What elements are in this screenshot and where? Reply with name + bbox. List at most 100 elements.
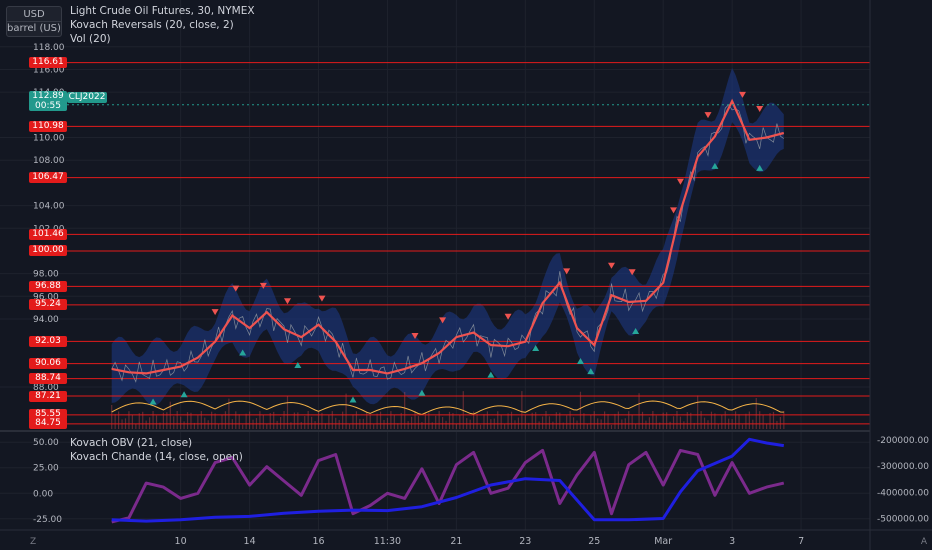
time-tick-label: 21 <box>450 536 462 547</box>
volume-bar <box>145 420 147 429</box>
volume-bar <box>155 415 158 429</box>
indicator-volume[interactable]: Vol (20) <box>70 33 111 45</box>
volume-bar <box>207 420 209 429</box>
chart-title[interactable]: Light Crude Oil Futures, 30, NYMEX <box>70 5 255 17</box>
indicator-kovach-obv[interactable]: Kovach OBV (21, close) <box>70 437 192 449</box>
chande-tick-label: 0.00 <box>33 489 53 499</box>
volume-bar <box>373 424 375 429</box>
volume-bar <box>238 414 240 429</box>
time-tick-label: 10 <box>175 536 187 547</box>
volume-bar <box>224 411 227 429</box>
volume-bar <box>672 416 675 429</box>
price-tick-label: 118.00 <box>33 43 65 53</box>
volume-bar <box>445 420 447 429</box>
time-tick-label: 3 <box>729 536 735 547</box>
volume-bar <box>548 416 551 429</box>
volume-bar <box>242 424 244 429</box>
volume-bar <box>262 414 264 429</box>
price-chart[interactable]: 88.0094.0096.0098.00102.00104.00108.0011… <box>0 0 932 550</box>
volume-bar <box>586 423 588 429</box>
chande-tick-label: -25.00 <box>33 515 62 525</box>
volume-bar <box>441 417 444 429</box>
volume-bar <box>328 415 330 429</box>
current-price-tag: 112.89 00:55 <box>29 91 67 111</box>
current-price-value: 112.89 <box>32 91 64 101</box>
time-tick-label: 7 <box>798 536 804 547</box>
indicator-kovach-reversals[interactable]: Kovach Reversals (20, close, 2) <box>70 19 234 31</box>
currency-label[interactable]: USD <box>7 8 61 21</box>
volume-bar <box>607 413 609 429</box>
time-tick-label: 14 <box>244 536 256 547</box>
volume-bar <box>514 420 516 429</box>
volume-bar <box>569 411 571 429</box>
volume-bar <box>645 420 647 429</box>
volume-bar <box>348 424 351 429</box>
volume-bar <box>714 413 716 429</box>
volume-bar <box>276 420 278 429</box>
unit-label[interactable]: barrel (US) <box>7 21 61 35</box>
volume-bar <box>504 424 506 429</box>
level-tag-106.47: 106.47 <box>29 172 67 184</box>
indicator-kovach-chande[interactable]: Kovach Chande (14, close, open) <box>70 451 243 463</box>
level-tag-116.61: 116.61 <box>29 57 67 69</box>
volume-bar <box>383 419 385 429</box>
volume-bar <box>734 411 737 429</box>
time-tick-label: Mar <box>654 536 672 547</box>
price-tick-label: 110.00 <box>33 134 65 144</box>
volume-bar <box>738 414 740 429</box>
volume-bar <box>369 414 371 429</box>
volume-bar <box>721 414 723 429</box>
price-tick-label: 94.00 <box>33 315 59 325</box>
volume-bar <box>614 413 616 429</box>
volume-bar <box>610 424 613 429</box>
volume-bar <box>724 411 726 429</box>
volume-bar <box>510 411 513 429</box>
volume-bar <box>452 413 454 429</box>
volume-bar <box>248 411 251 429</box>
go-to-date-icon[interactable]: Z <box>30 537 36 547</box>
volume-bar <box>669 421 671 429</box>
volume-bar <box>307 411 309 429</box>
volume-bar <box>479 424 482 429</box>
volume-bar <box>152 411 154 429</box>
volume-bar <box>414 411 416 429</box>
level-tag-101.46: 101.46 <box>29 228 67 240</box>
volume-bar <box>500 414 502 429</box>
volume-bar <box>762 414 764 429</box>
volume-bar <box>221 414 223 429</box>
volume-bar <box>180 416 182 429</box>
volume-bar <box>376 413 378 429</box>
volume-bar <box>197 415 199 429</box>
volume-bar <box>342 411 344 429</box>
volume-bar <box>400 412 402 429</box>
volume-bar <box>652 411 654 429</box>
level-tag-92.03: 92.03 <box>29 335 67 347</box>
volume-bar <box>676 411 678 429</box>
volume-bar <box>111 405 113 429</box>
volume-bar <box>717 424 719 429</box>
volume-bar <box>245 413 247 429</box>
volume-bar <box>321 412 323 429</box>
volume-bar <box>269 413 271 429</box>
volume-bar <box>386 417 389 429</box>
volume-bar <box>545 411 547 429</box>
time-tick-label: 23 <box>519 536 531 547</box>
volume-bar <box>628 411 630 429</box>
volume-bar <box>552 421 554 429</box>
volume-bar <box>390 411 392 429</box>
volume-bar <box>497 411 499 429</box>
volume-bar <box>279 417 282 429</box>
auto-scale-icon[interactable]: A <box>921 537 928 547</box>
volume-bar <box>176 411 178 429</box>
volume-bar <box>593 411 595 429</box>
volume-bar <box>759 411 761 429</box>
volume-bar <box>459 414 461 429</box>
time-tick-label: 11:30 <box>374 536 401 547</box>
volume-bar <box>331 411 333 429</box>
volume-bar <box>590 414 592 429</box>
level-tag-88.74: 88.74 <box>29 373 67 385</box>
level-tag-95.24: 95.24 <box>29 299 67 311</box>
unit-selector[interactable]: USD barrel (US) <box>6 6 62 37</box>
volume-bar <box>507 413 509 429</box>
volume-bar <box>779 416 781 429</box>
